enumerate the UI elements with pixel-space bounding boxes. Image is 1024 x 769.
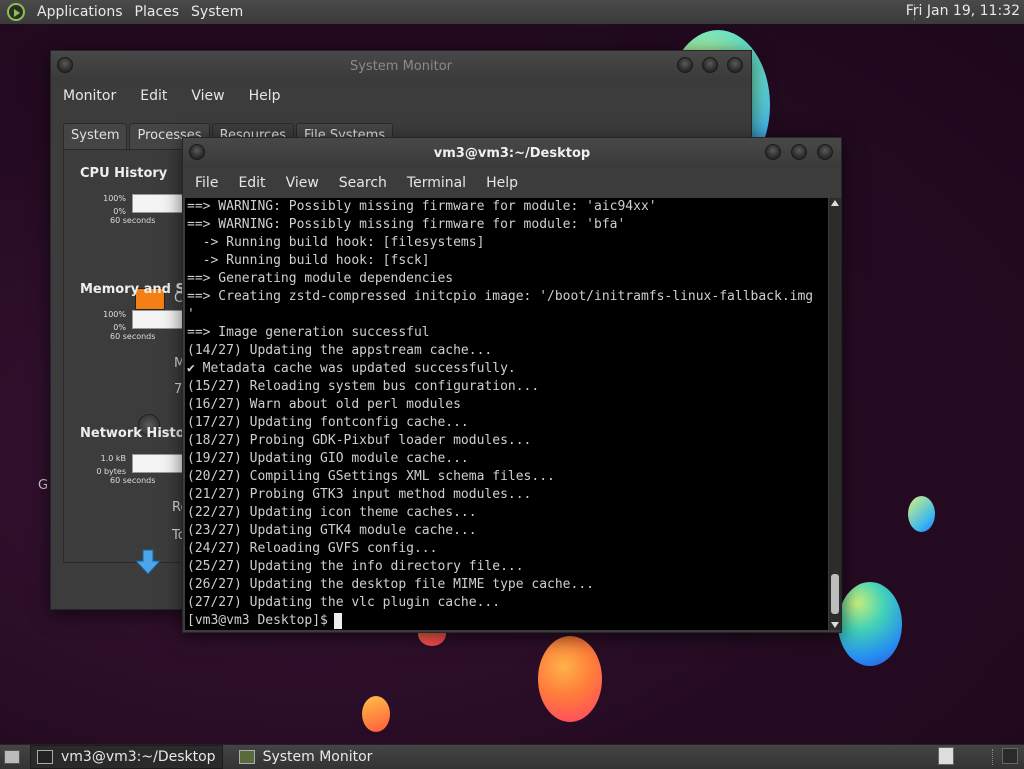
- close-button[interactable]: [727, 57, 743, 73]
- menu-view[interactable]: View: [286, 175, 319, 191]
- cpu-graph-timespan: 60 seconds: [110, 216, 156, 225]
- desktop-icon-label-partial[interactable]: G: [38, 478, 48, 493]
- minimize-button[interactable]: [765, 144, 781, 160]
- terminal-window[interactable]: vm3@vm3:~/Desktop File Edit View Search …: [182, 137, 842, 633]
- top-panel: Applications Places System Fri Jan 19, 1…: [0, 0, 1024, 25]
- terminal-line: ==> WARNING: Possibly missing firmware f…: [187, 217, 626, 232]
- terminal-line: (26/27) Updating the desktop file MIME t…: [187, 577, 594, 592]
- show-desktop-icon[interactable]: [4, 750, 20, 764]
- system-monitor-menubar: Monitor Edit View Help: [51, 81, 751, 111]
- terminal-line: (24/27) Reloading GVFS config...: [187, 541, 438, 556]
- terminal-line: ✔ Metadata cache was updated successfull…: [187, 361, 516, 376]
- network-graph-ymax: 1.0 kB: [100, 454, 126, 463]
- terminal-line: (27/27) Updating the vlc plugin cache...: [187, 595, 501, 610]
- terminal-line: ==> Creating zstd-compressed initcpio im…: [187, 289, 814, 304]
- menu-terminal[interactable]: Terminal: [407, 175, 466, 191]
- taskbar-item-label: vm3@vm3:~/Desktop: [61, 749, 216, 765]
- taskbar-item-terminal[interactable]: vm3@vm3:~/Desktop: [30, 745, 223, 769]
- shell-prompt: [vm3@vm3 Desktop]$: [187, 613, 328, 628]
- text-cursor: [333, 613, 342, 629]
- terminal-line: ': [187, 307, 195, 322]
- scroll-up-arrow-icon[interactable]: [831, 200, 839, 206]
- terminal-line: ==> Image generation successful: [187, 325, 430, 340]
- network-graph-timespan: 60 seconds: [110, 476, 156, 485]
- terminal-line: (14/27) Updating the appstream cache...: [187, 343, 493, 358]
- terminal-line: (21/27) Probing GTK3 input method module…: [187, 487, 532, 502]
- system-monitor-icon: [238, 750, 255, 764]
- taskbar-item-system-monitor[interactable]: System Monitor: [233, 746, 379, 768]
- terminal-scrollbar[interactable]: [829, 198, 841, 630]
- bottom-taskbar: vm3@vm3:~/Desktop System Monitor: [0, 744, 1024, 769]
- terminal-line: (16/27) Warn about old perl modules: [187, 397, 461, 412]
- top-menu-places[interactable]: Places: [135, 4, 180, 20]
- menu-edit[interactable]: Edit: [238, 175, 265, 191]
- scrollbar-thumb[interactable]: [831, 574, 839, 614]
- terminal-icon: [37, 750, 53, 764]
- wallpaper-bubble: [908, 496, 935, 532]
- window-title: System Monitor: [349, 59, 453, 74]
- terminal-line: (17/27) Updating fontconfig cache...: [187, 415, 469, 430]
- download-arrow-icon: [134, 549, 162, 575]
- terminal-menubar: File Edit View Search Terminal Help: [183, 168, 841, 198]
- wallpaper-bubble: [838, 582, 902, 666]
- tab-system[interactable]: System: [63, 123, 128, 149]
- menu-help[interactable]: Help: [486, 175, 518, 191]
- system-monitor-titlebar[interactable]: System Monitor: [51, 51, 751, 81]
- menu-help[interactable]: Help: [249, 88, 281, 104]
- terminal-line: (15/27) Reloading system bus configurati…: [187, 379, 540, 394]
- distro-logo-icon[interactable]: [7, 3, 25, 21]
- terminal-line: (23/27) Updating GTK4 module cache...: [187, 523, 477, 538]
- wallpaper-bubble: [538, 636, 602, 722]
- terminal-line: (22/27) Updating icon theme caches...: [187, 505, 477, 520]
- clock[interactable]: Fri Jan 19, 11:32: [906, 3, 1020, 19]
- terminal-lines: ==> WARNING: Possibly missing firmware f…: [187, 198, 827, 630]
- window-title: vm3@vm3:~/Desktop: [433, 146, 591, 161]
- terminal-line: -> Running build hook: [fsck]: [187, 253, 430, 268]
- top-menu-system[interactable]: System: [191, 4, 243, 20]
- terminal-prompt-line[interactable]: [vm3@vm3 Desktop]$: [187, 612, 827, 630]
- cpu-history-title: CPU History: [80, 166, 168, 181]
- terminal-line: ==> WARNING: Possibly missing firmware f…: [187, 199, 657, 214]
- terminal-line: ==> Generating module dependencies: [187, 271, 454, 286]
- memory-graph-ymin: 0%: [113, 323, 126, 332]
- top-menu-applications[interactable]: Applications: [37, 4, 123, 20]
- close-button[interactable]: [817, 144, 833, 160]
- terminal-line: (19/27) Updating GIO module cache...: [187, 451, 469, 466]
- scroll-down-arrow-icon[interactable]: [831, 622, 839, 628]
- taskbar-item-label: System Monitor: [262, 749, 373, 765]
- terminal-line: (25/27) Updating the info directory file…: [187, 559, 524, 574]
- workspace-switcher-icon[interactable]: [1002, 748, 1018, 764]
- menu-view[interactable]: View: [191, 88, 224, 104]
- memory-graph-timespan: 60 seconds: [110, 332, 156, 341]
- terminal-line: -> Running build hook: [filesystems]: [187, 235, 485, 250]
- maximize-button[interactable]: [702, 57, 718, 73]
- terminal-titlebar[interactable]: vm3@vm3:~/Desktop: [183, 138, 841, 168]
- menu-search[interactable]: Search: [339, 175, 387, 191]
- terminal-line: (18/27) Probing GDK-Pixbuf loader module…: [187, 433, 532, 448]
- trash-icon[interactable]: [938, 747, 954, 765]
- cpu-graph-ymin: 0%: [113, 207, 126, 216]
- wallpaper-bubble: [362, 696, 390, 732]
- cpu-graph-ymax: 100%: [103, 194, 126, 203]
- menu-file[interactable]: File: [195, 175, 218, 191]
- memory-graph-ymax: 100%: [103, 310, 126, 319]
- network-graph-ymin: 0 bytes: [96, 467, 126, 476]
- menu-monitor[interactable]: Monitor: [63, 88, 116, 104]
- terminal-output[interactable]: ==> WARNING: Possibly missing firmware f…: [185, 198, 828, 630]
- tray-separator: [992, 749, 996, 765]
- menu-edit[interactable]: Edit: [140, 88, 167, 104]
- maximize-button[interactable]: [791, 144, 807, 160]
- minimize-button[interactable]: [677, 57, 693, 73]
- terminal-line: (20/27) Compiling GSettings XML schema f…: [187, 469, 555, 484]
